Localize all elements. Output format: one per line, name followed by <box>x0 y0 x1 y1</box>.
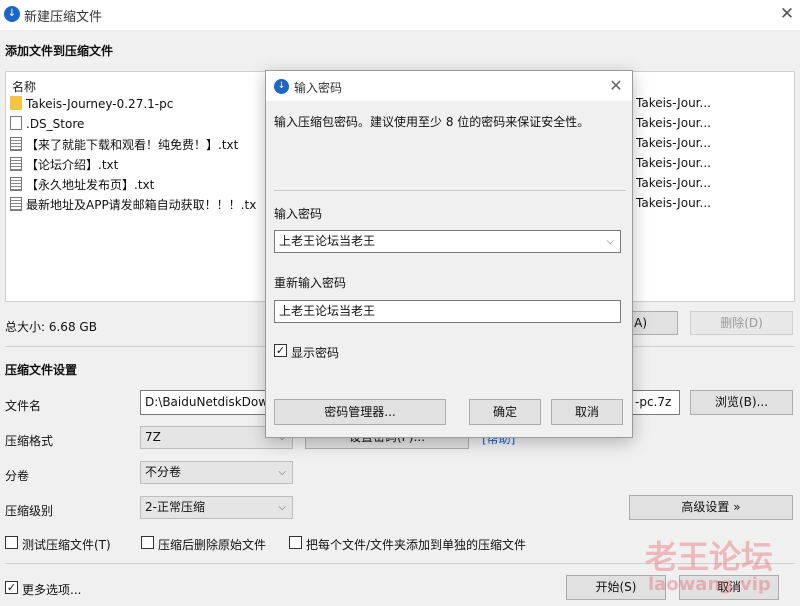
show-password-label: 显示密码 <box>291 346 340 360</box>
divider <box>274 190 626 191</box>
settings-heading: 压缩文件设置 <box>5 363 78 377</box>
repeat-password-label: 重新输入密码 <box>274 276 347 290</box>
file-icon <box>10 116 22 130</box>
text-file-icon <box>10 157 22 171</box>
ok-button[interactable]: 确定 <box>469 399 541 425</box>
text-file-icon <box>10 197 22 211</box>
file-path: Takeis-Jour... <box>636 176 711 190</box>
delete-after-checkbox[interactable] <box>141 536 154 549</box>
download-arrow-icon: ↓ <box>274 79 289 94</box>
format-value: 7Z <box>145 430 161 444</box>
chevron-down-icon: ⌵ <box>278 467 286 478</box>
total-size: 总大小: 6.68 GB <box>5 320 97 334</box>
level-value: 2-正常压缩 <box>145 500 205 514</box>
text-file-icon <box>10 177 22 191</box>
level-select[interactable]: 2-正常压缩 ⌵ <box>140 496 293 519</box>
file-name: 【论坛介绍】.txt <box>26 158 119 172</box>
files-section-heading: 添加文件到压缩文件 <box>5 44 114 58</box>
file-name: 【永久地址发布页】.txt <box>26 178 155 192</box>
browse-button[interactable]: 浏览(B)... <box>690 390 793 415</box>
split-value: 不分卷 <box>145 465 182 479</box>
advanced-settings-button[interactable]: 高级设置 » <box>629 495 793 520</box>
chevron-down-icon: ⌵ <box>278 502 286 513</box>
filename-value: D:\BaiduNetdiskDow <box>145 395 269 409</box>
test-archive-checkbox[interactable] <box>5 536 18 549</box>
close-icon[interactable]: ✕ <box>606 76 626 96</box>
title-bar: ↓ 新建压缩文件 ✕ <box>0 0 800 30</box>
watermark-text: 老王论坛 <box>645 538 774 576</box>
file-name: .DS_Store <box>26 117 85 131</box>
dialog-title-bar: ↓ 输入密码 ✕ <box>266 71 632 101</box>
split-select[interactable]: 不分卷 ⌵ <box>140 461 293 484</box>
more-options-label: 更多选项... <box>22 583 82 597</box>
split-label: 分卷 <box>5 469 30 483</box>
compress-window: ↓ 新建压缩文件 ✕ 添加文件到压缩文件 名称 Takeis-Journey-0… <box>0 0 800 606</box>
file-path: Takeis-Jour... <box>636 96 711 110</box>
text-file-icon <box>10 137 22 151</box>
file-name: 最新地址及APP请发邮箱自动获取！！！.tx <box>26 198 257 212</box>
file-path: Takeis-Jour... <box>636 136 711 150</box>
file-name: 【来了就能下载和观看！纯免费！】.txt <box>26 138 239 152</box>
window-title: 新建压缩文件 <box>24 10 103 25</box>
test-archive-label: 测试压缩文件(T) <box>22 538 111 552</box>
dialog-description: 输入压缩包密码。建议使用至少 8 位的密码来保证安全性。 <box>274 115 590 129</box>
filename-suffix: -pc.7z <box>635 395 672 409</box>
column-header-name[interactable]: 名称 <box>12 78 36 95</box>
password-manager-button[interactable]: 密码管理器... <box>274 399 446 425</box>
download-arrow-icon: ↓ <box>4 6 20 22</box>
password-dialog: ↓ 输入密码 ✕ 输入压缩包密码。建议使用至少 8 位的密码来保证安全性。 输入… <box>265 70 633 438</box>
password-value: 上老王论坛当老王 <box>279 234 376 248</box>
repeat-password-input[interactable]: 上老王论坛当老王 <box>274 300 621 323</box>
show-password-checkbox[interactable]: ✓ <box>274 344 287 357</box>
delete-after-label: 压缩后删除原始文件 <box>158 538 267 552</box>
format-label: 压缩格式 <box>5 434 54 448</box>
file-path: Takeis-Jour... <box>636 196 711 210</box>
folder-icon <box>10 96 22 110</box>
file-path: Takeis-Jour... <box>636 156 711 170</box>
file-path: Takeis-Jour... <box>636 116 711 130</box>
file-name: Takeis-Journey-0.27.1-pc <box>26 97 174 111</box>
close-icon[interactable]: ✕ <box>776 3 798 25</box>
repeat-password-value: 上老王论坛当老王 <box>279 304 376 318</box>
dialog-title: 输入密码 <box>294 81 343 95</box>
level-label: 压缩级别 <box>5 504 54 518</box>
more-options-checkbox[interactable]: ✓ <box>5 581 18 594</box>
chevron-down-icon[interactable]: ⌵ <box>606 231 614 252</box>
delete-button[interactable]: 删除(D) <box>690 311 793 335</box>
password-label: 输入密码 <box>274 207 323 221</box>
separate-archives-label: 把每个文件/文件夹添加到单独的压缩文件 <box>306 538 527 552</box>
filename-label: 文件名 <box>5 399 42 413</box>
dialog-body: 输入压缩包密码。建议使用至少 8 位的密码来保证安全性。 输入密码 上老王论坛当… <box>266 101 632 437</box>
dialog-cancel-button[interactable]: 取消 <box>551 399 623 425</box>
watermark-url: laowang.vip <box>648 574 771 595</box>
separate-archives-checkbox[interactable] <box>289 536 302 549</box>
password-input[interactable]: 上老王论坛当老王 ⌵ <box>274 230 621 253</box>
